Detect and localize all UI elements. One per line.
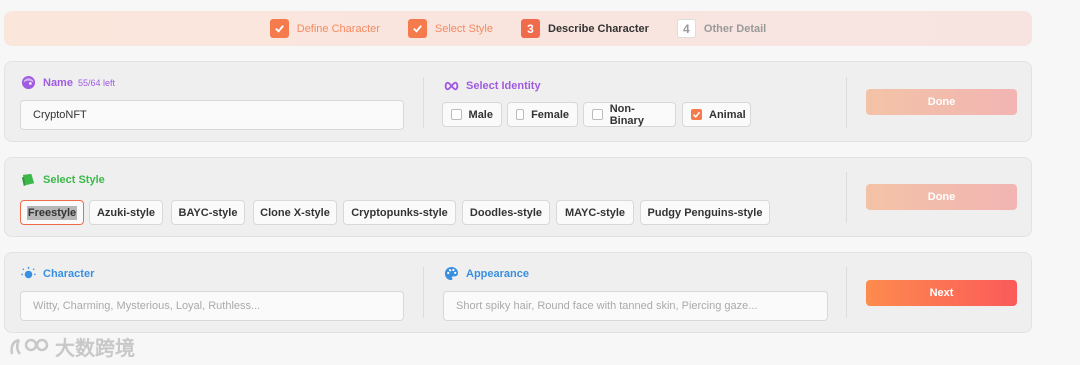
character-input[interactable]: Witty, Charming, Mysterious, Loyal, Ruth… — [20, 291, 404, 321]
style-option-mayc[interactable]: MAYC-style — [556, 200, 634, 225]
step-label: Select Style — [434, 22, 493, 35]
watermark-text: 大数跨境 — [55, 338, 135, 360]
char-count: 55/64 left — [77, 77, 115, 88]
checkbox[interactable] — [592, 109, 603, 120]
identity-option-non-binary[interactable]: Non-Binary — [583, 102, 676, 127]
option-label: Doodles-style — [469, 206, 543, 219]
step-number: 4 — [676, 19, 696, 38]
watermark: 大数跨境 — [9, 332, 135, 361]
divider — [423, 267, 424, 318]
character-section-title: Character — [21, 266, 94, 281]
option-label: BAYC-style — [178, 206, 238, 219]
style-panel: Select Style Freestyle Azuki-style BAYC-… — [4, 157, 1032, 237]
option-label: Cryptopunks-style — [351, 206, 448, 219]
check-icon — [269, 19, 289, 38]
description-panel: Character Witty, Charming, Mysterious, L… — [4, 252, 1032, 333]
identity-label: Select Identity — [466, 79, 541, 92]
divider — [423, 77, 424, 128]
done-button[interactable]: Done — [866, 184, 1017, 210]
name-identity-panel: Name 55/64 left CryptoNFT Select Identit… — [4, 61, 1032, 142]
identity-section-title: Select Identity — [444, 78, 541, 93]
option-label: Animal — [709, 108, 746, 121]
style-option-bayc[interactable]: BAYC-style — [171, 200, 245, 225]
option-label: Non-Binary — [609, 102, 644, 127]
style-section-title: Select Style — [21, 172, 105, 187]
step-select-style[interactable]: Select Style — [407, 19, 493, 38]
checkbox[interactable] — [516, 109, 525, 120]
style-option-pudgy-penguins[interactable]: Pudgy Penguins-style — [640, 200, 770, 225]
option-label: MAYC-style — [564, 206, 626, 219]
next-button[interactable]: Next — [866, 280, 1017, 306]
step-label: Define Character — [296, 22, 380, 35]
face-icon — [21, 75, 36, 90]
appearance-input[interactable]: Short spiky hair, Round face with tanned… — [443, 291, 828, 321]
option-label: Clone X-style — [260, 206, 330, 219]
name-input[interactable]: CryptoNFT — [20, 100, 404, 130]
style-option-cryptopunks[interactable]: Cryptopunks-style — [343, 200, 456, 225]
style-option-doodles[interactable]: Doodles-style — [462, 200, 550, 225]
option-label: Azuki-style — [96, 206, 156, 219]
style-option-freestyle[interactable]: Freestyle — [20, 200, 84, 225]
step-number: 3 — [521, 19, 540, 38]
step-label: Describe Character — [548, 22, 649, 35]
identity-option-female[interactable]: Female — [507, 102, 578, 127]
appearance-label: Appearance — [466, 267, 529, 280]
style-option-azuki[interactable]: Azuki-style — [89, 200, 163, 225]
divider — [846, 172, 847, 223]
option-label: Pudgy Penguins-style — [647, 206, 763, 219]
identity-option-animal[interactable]: Animal — [682, 102, 751, 127]
progress-stepper: Define Character Select Style 3 Describe… — [4, 11, 1032, 46]
tag-icon — [21, 172, 36, 187]
name-section-title: Name 55/64 left — [21, 75, 115, 90]
option-label: Male — [468, 108, 493, 121]
step-other-detail[interactable]: 4 Other Detail — [676, 19, 767, 38]
identity-option-male[interactable]: Male — [442, 102, 502, 127]
lightbulb-icon — [21, 266, 36, 281]
option-label: Female — [531, 108, 569, 121]
palette-icon — [444, 266, 459, 281]
divider — [846, 267, 847, 318]
name-label: Name — [43, 76, 73, 89]
option-label: Freestyle — [26, 205, 78, 220]
checkbox-checked[interactable] — [691, 109, 702, 120]
check-icon — [407, 19, 427, 38]
step-define-character[interactable]: Define Character — [269, 19, 380, 38]
step-label: Other Detail — [703, 22, 767, 35]
step-describe-character[interactable]: 3 Describe Character — [521, 19, 649, 38]
divider — [846, 77, 847, 128]
style-label: Select Style — [43, 173, 105, 186]
watermark-logo-icon — [9, 336, 49, 358]
appearance-section-title: Appearance — [444, 266, 529, 281]
infinity-icon — [444, 78, 459, 93]
character-label: Character — [43, 267, 95, 280]
done-button[interactable]: Done — [866, 89, 1017, 115]
checkbox[interactable] — [451, 109, 462, 120]
style-option-clone-x[interactable]: Clone X-style — [253, 200, 337, 225]
